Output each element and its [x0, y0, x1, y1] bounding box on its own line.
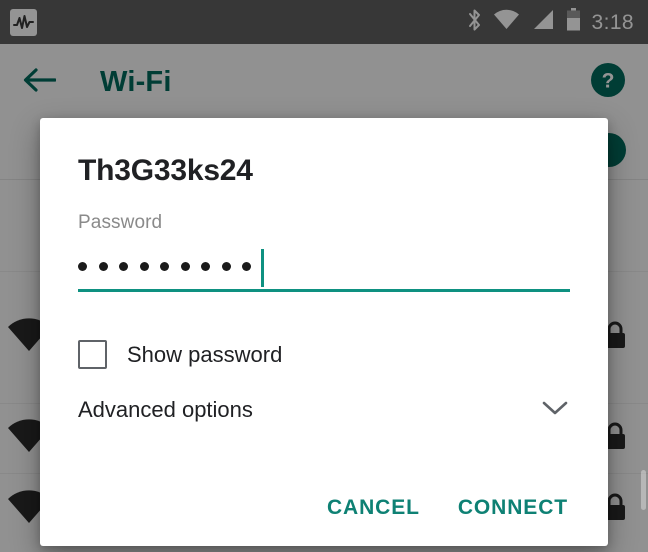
password-dot — [78, 262, 87, 271]
password-dot — [180, 262, 190, 271]
advanced-options-row[interactable]: Advanced options — [78, 397, 570, 423]
password-dot — [139, 262, 149, 271]
scrollbar-thumb[interactable] — [641, 470, 646, 510]
password-field-label: Password — [78, 212, 163, 233]
password-dot — [221, 262, 231, 271]
wifi-settings-screen: Wi-Fi ? 3:18 Th3G33ks24 Password Show pa… — [0, 0, 648, 552]
show-password-label: Show password — [127, 341, 283, 367]
password-dot — [201, 262, 210, 271]
connect-button[interactable]: CONNECT — [456, 492, 570, 524]
show-password-row[interactable]: Show password — [78, 340, 570, 369]
wifi-password-dialog: Th3G33ks24 Password Show password Advanc… — [40, 118, 608, 546]
text-caret — [261, 248, 264, 287]
show-password-checkbox[interactable] — [78, 340, 107, 369]
password-dot — [242, 262, 251, 271]
password-input[interactable] — [78, 248, 570, 292]
advanced-options-label: Advanced options — [78, 397, 253, 422]
cancel-button[interactable]: CANCEL — [325, 492, 422, 524]
dialog-action-bar: CANCEL CONNECT — [78, 492, 570, 524]
password-dot — [119, 262, 128, 271]
chevron-down-icon[interactable] — [540, 398, 570, 423]
password-masked-value — [78, 262, 251, 275]
password-dot — [160, 262, 169, 271]
dialog-title: Th3G33ks24 — [78, 154, 253, 187]
password-dot — [98, 262, 108, 271]
